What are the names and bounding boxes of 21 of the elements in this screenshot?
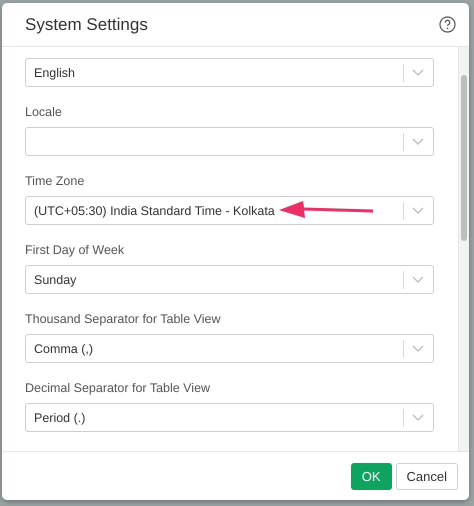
dropdown-field[interactable]: Period (.)	[25, 403, 434, 432]
dropdown-field[interactable]: Sunday	[25, 265, 434, 294]
chevron-icon	[412, 276, 424, 284]
chevron-icon	[412, 414, 424, 422]
field-label: First Day of Week	[25, 242, 126, 258]
field-label: Time Zone	[25, 173, 86, 189]
scrollbar[interactable]	[458, 47, 469, 451]
field-label: Locale	[25, 104, 63, 120]
field-label: Thousand Separator for Table View	[25, 311, 222, 327]
dropdown-field[interactable]: English	[25, 58, 434, 87]
chevron-icon	[412, 344, 424, 352]
dropdown-field[interactable]: Comma (,)	[25, 334, 434, 363]
dialog-title: System Settings	[25, 14, 148, 34]
chevron-icon	[412, 206, 424, 214]
chevron-icon	[412, 138, 424, 146]
cancel-button[interactable]: Cancel	[396, 462, 458, 490]
help-icon[interactable]	[439, 16, 456, 33]
chevron-icon	[412, 68, 424, 76]
dropdown-field[interactable]: (UTC+05:30) India Standard Time - Kolkata	[25, 196, 434, 225]
dropdown-field[interactable]	[25, 127, 434, 156]
field-label: Decimal Separator for Table View	[25, 380, 212, 396]
